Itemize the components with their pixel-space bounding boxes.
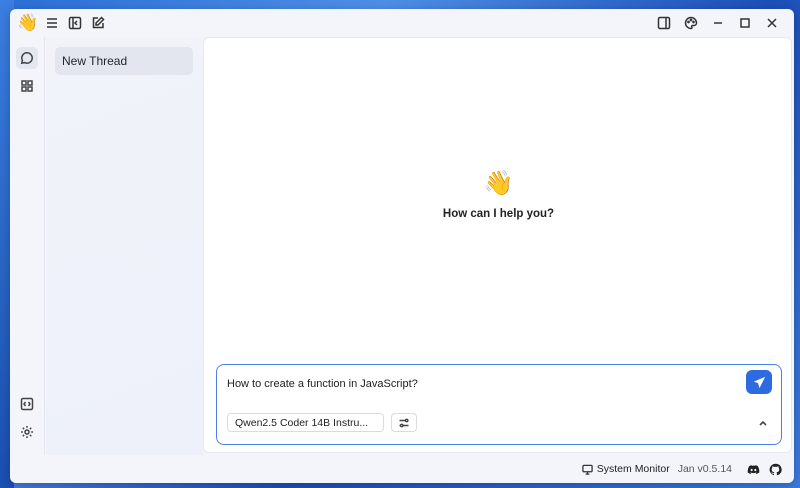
message-input[interactable]: [227, 375, 727, 393]
model-selector[interactable]: Qwen2.5 Coder 14B Instru...: [227, 413, 384, 432]
sliders-icon: [399, 418, 409, 427]
version-label: Jan v0.5.14: [677, 463, 732, 475]
send-button[interactable]: [746, 370, 772, 394]
palette-icon[interactable]: [683, 15, 699, 31]
app-window: 👋 New Thread 👋 How can I help you? How t…: [10, 9, 794, 483]
monitor-icon: [582, 464, 593, 475]
thread-item-new-thread[interactable]: New Thread: [55, 47, 193, 75]
wave-emoji-icon: 👋: [483, 170, 514, 197]
close-icon[interactable]: [764, 15, 780, 31]
chevron-up-icon[interactable]: [757, 416, 771, 430]
app-logo: 👋: [17, 13, 39, 32]
minimize-icon[interactable]: [710, 15, 726, 31]
discord-icon[interactable]: [746, 462, 760, 476]
message-composer: Qwen2.5 Coder 14B Instru...: [216, 364, 782, 445]
menu-icon[interactable]: [44, 15, 60, 31]
send-icon: [753, 376, 765, 388]
github-icon[interactable]: [768, 462, 782, 476]
icon-rail: [10, 37, 45, 455]
settings-icon[interactable]: [16, 421, 38, 443]
panel-right-icon[interactable]: [656, 15, 672, 31]
model-settings-button[interactable]: [391, 413, 417, 432]
chat-panel: 👋 How can I help you? Qwen2.5 Coder 14B …: [203, 37, 792, 453]
system-monitor-button[interactable]: System Monitor: [582, 463, 670, 475]
sidebar-collapse-icon[interactable]: [67, 15, 83, 31]
maximize-icon[interactable]: [737, 15, 753, 31]
welcome-area: 👋 How can I help you?: [204, 170, 793, 220]
status-bar: System Monitor Jan v0.5.14: [10, 458, 794, 480]
thread-list: New Thread: [46, 37, 203, 455]
apps-grid-icon[interactable]: [16, 75, 38, 97]
welcome-text: How can I help you?: [442, 208, 555, 220]
system-monitor-label: System Monitor: [596, 463, 670, 475]
chat-icon[interactable]: [16, 47, 38, 69]
code-icon[interactable]: [16, 393, 38, 415]
titlebar: 👋: [10, 9, 794, 37]
edit-icon[interactable]: [90, 15, 106, 31]
